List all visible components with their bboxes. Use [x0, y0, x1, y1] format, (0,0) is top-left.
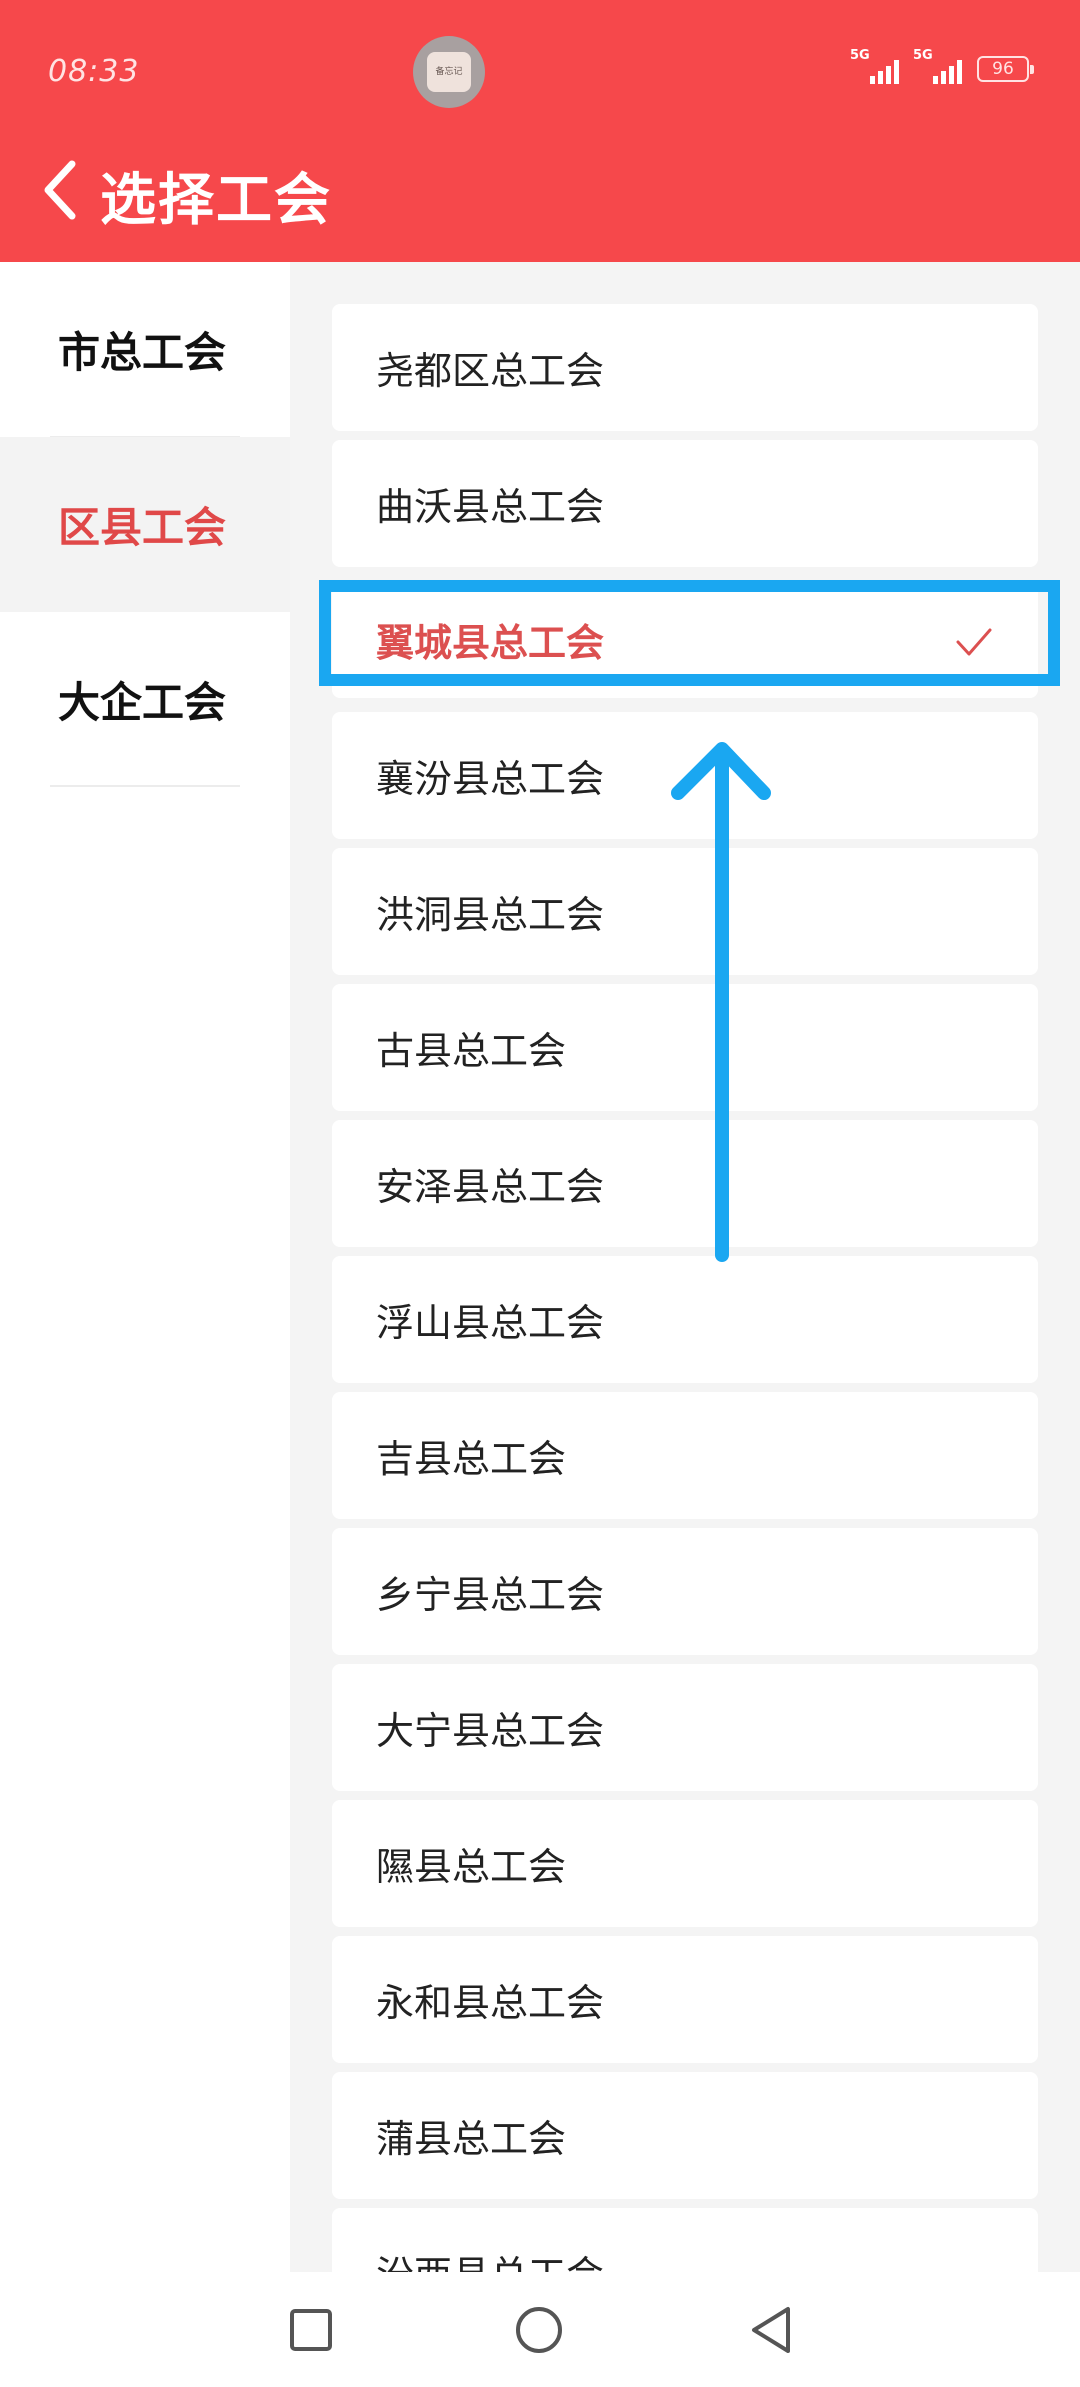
union-list[interactable]: 尧都区总工会 曲沃县总工会 翼城县总工会 襄汾县总工会 洪洞县总工会 古县总工会…	[290, 262, 1080, 2272]
union-item[interactable]: 永和县总工会	[332, 1936, 1038, 2063]
signal-1-label: 5G	[850, 48, 870, 63]
signal-2-label: 5G	[913, 48, 933, 63]
category-sidebar: 市总工会 区县工会 大企工会	[0, 262, 290, 2272]
status-indicators: 5G 5G 96	[850, 48, 1040, 88]
back-button[interactable]	[30, 150, 90, 230]
union-item[interactable]: 汾西县总工会	[332, 2208, 1038, 2272]
category-label: 市总工会	[58, 328, 227, 377]
back-triangle-icon	[752, 2307, 790, 2353]
union-label: 曲沃县总工会	[376, 485, 605, 529]
floating-app-label: 备忘记	[427, 52, 471, 92]
union-item[interactable]: 尧都区总工会	[332, 304, 1038, 431]
union-label: 汾西县总工会	[376, 2244, 604, 2272]
union-label: 襄汾县总工会	[376, 757, 605, 801]
divider	[50, 785, 240, 787]
union-item[interactable]: 曲沃县总工会	[332, 440, 1038, 567]
union-item[interactable]: 大宁县总工会	[332, 1664, 1038, 1791]
chevron-left-icon	[44, 160, 76, 220]
page-title: 选择工会	[100, 168, 332, 233]
up-arrow-icon	[671, 742, 771, 1262]
union-label: 永和县总工会	[376, 1981, 605, 2025]
union-label: 吉县总工会	[376, 1437, 567, 1481]
union-label: 乡宁县总工会	[376, 1573, 605, 1617]
union-item[interactable]: 吉县总工会	[332, 1392, 1038, 1519]
union-label: 蒲县总工会	[376, 2117, 567, 2161]
category-city-union[interactable]: 市总工会	[0, 262, 290, 437]
union-item[interactable]: 隰县总工会	[332, 1800, 1038, 1927]
highlight-box	[319, 580, 1060, 686]
app-header: 08:33 备忘记 5G 5G 96 选择工会	[0, 0, 1080, 262]
category-district-union[interactable]: 区县工会	[0, 437, 290, 612]
union-label: 尧都区总工会	[376, 349, 605, 393]
signal-1-icon: 5G	[850, 48, 910, 88]
floating-app-bubble[interactable]: 备忘记	[413, 36, 485, 108]
union-item[interactable]: 乡宁县总工会	[332, 1528, 1038, 1655]
union-label: 隰县总工会	[376, 1845, 567, 1889]
union-label: 洪洞县总工会	[376, 893, 605, 937]
union-label: 安泽县总工会	[376, 1165, 605, 1209]
signal-2-icon: 5G	[913, 48, 973, 88]
home-circle-icon	[516, 2307, 562, 2353]
union-label: 古县总工会	[376, 1029, 567, 1073]
system-nav-bar	[0, 2272, 1080, 2387]
union-item[interactable]: 蒲县总工会	[332, 2072, 1038, 2199]
category-enterprise-union[interactable]: 大企工会	[0, 612, 290, 787]
nav-back-button[interactable]	[741, 2300, 801, 2360]
home-button[interactable]	[509, 2300, 569, 2360]
union-label: 大宁县总工会	[376, 1709, 605, 1753]
union-label: 浮山县总工会	[376, 1301, 605, 1345]
battery-level: 96	[992, 59, 1014, 79]
battery-icon: 96	[977, 56, 1034, 82]
recent-apps-button[interactable]	[281, 2300, 341, 2360]
union-item[interactable]: 浮山县总工会	[332, 1256, 1038, 1383]
recent-apps-square-icon	[290, 2309, 332, 2351]
category-label: 大企工会	[58, 678, 227, 727]
status-time: 08:33	[48, 54, 140, 89]
category-label: 区县工会	[58, 503, 227, 552]
